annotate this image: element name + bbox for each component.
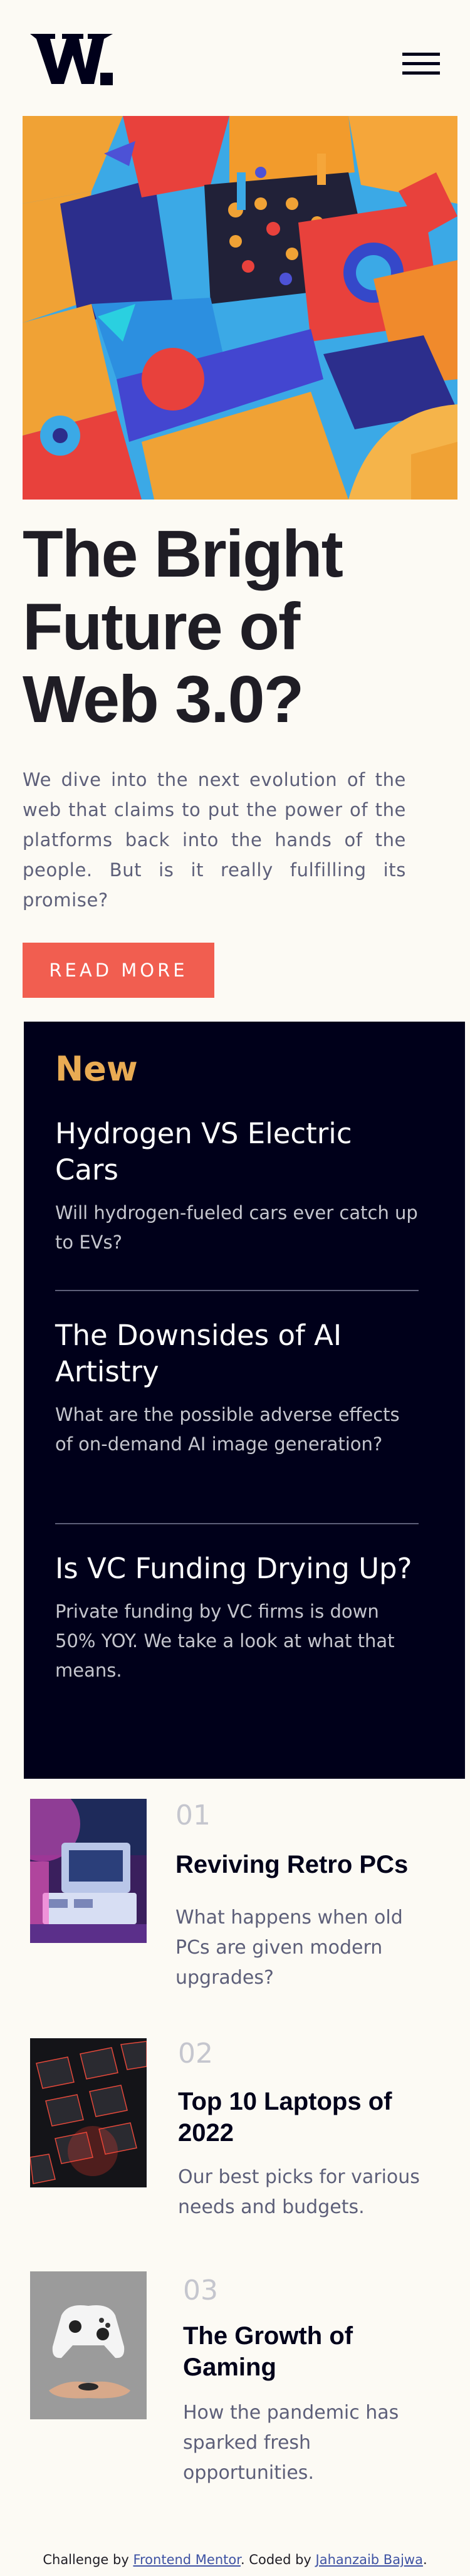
article-title[interactable]: Top 10 Laptops of 2022 xyxy=(178,2086,435,2149)
new-item-title[interactable]: Hydrogen VS Electric Cars xyxy=(55,1116,419,1188)
new-item-title[interactable]: The Downsides of AI Artistry xyxy=(55,1317,419,1390)
laptop-keyboard-thumbnail[interactable] xyxy=(30,2038,147,2187)
divider xyxy=(55,1290,419,1291)
footer-prefix: Challenge by xyxy=(43,2552,133,2567)
new-item: Hydrogen VS Electric Cars Will hydrogen-… xyxy=(55,1116,419,1257)
gaming-controller-thumbnail[interactable] xyxy=(30,2271,147,2419)
footer-middle: . Coded by xyxy=(240,2552,316,2567)
site-header xyxy=(0,0,470,116)
new-item-desc: What are the possible adverse effects of… xyxy=(55,1404,400,1455)
logo-w[interactable] xyxy=(30,30,113,88)
page-title: The Bright Future of Web 3.0? xyxy=(23,517,343,736)
hero-image xyxy=(23,116,457,500)
new-item: The Downsides of AI Artistry What are th… xyxy=(55,1317,419,1459)
footer-suffix: . xyxy=(422,2552,427,2567)
article-desc: What happens when old PCs are given mode… xyxy=(175,1907,403,1989)
divider xyxy=(55,1523,419,1524)
article-title[interactable]: The Growth of Gaming xyxy=(183,2320,440,2383)
article-desc: Our best picks for various needs and bud… xyxy=(178,2166,420,2218)
article-number: 03 xyxy=(183,2275,218,2306)
new-heading: New xyxy=(55,1049,138,1089)
new-item-title[interactable]: Is VC Funding Drying Up? xyxy=(55,1551,419,1587)
author-link[interactable]: Jahanzaib Bajwa xyxy=(316,2552,423,2567)
new-item-desc: Private funding by VC firms is down 50% … xyxy=(55,1601,395,1681)
article-desc: How the pandemic has sparked fresh oppor… xyxy=(183,2402,399,2484)
hamburger-menu-icon[interactable] xyxy=(402,53,440,75)
intro-paragraph: We dive into the next evolution of the w… xyxy=(23,769,406,911)
article-title[interactable]: Reviving Retro PCs xyxy=(175,1849,432,1880)
article-number: 01 xyxy=(175,1799,211,1831)
retro-pc-thumbnail[interactable] xyxy=(30,1799,147,1943)
frontend-mentor-link[interactable]: Frontend Mentor xyxy=(133,2552,241,2567)
new-item-desc: Will hydrogen-fueled cars ever catch up … xyxy=(55,1202,418,1253)
read-more-button[interactable]: READ MORE xyxy=(23,943,214,998)
new-item: Is VC Funding Drying Up? Private funding… xyxy=(55,1551,419,1685)
article-number: 02 xyxy=(178,2038,213,2070)
attribution-footer: Challenge by Frontend Mentor. Coded by J… xyxy=(0,2551,470,2568)
new-panel: New Hydrogen VS Electric Cars Will hydro… xyxy=(24,1022,465,1779)
